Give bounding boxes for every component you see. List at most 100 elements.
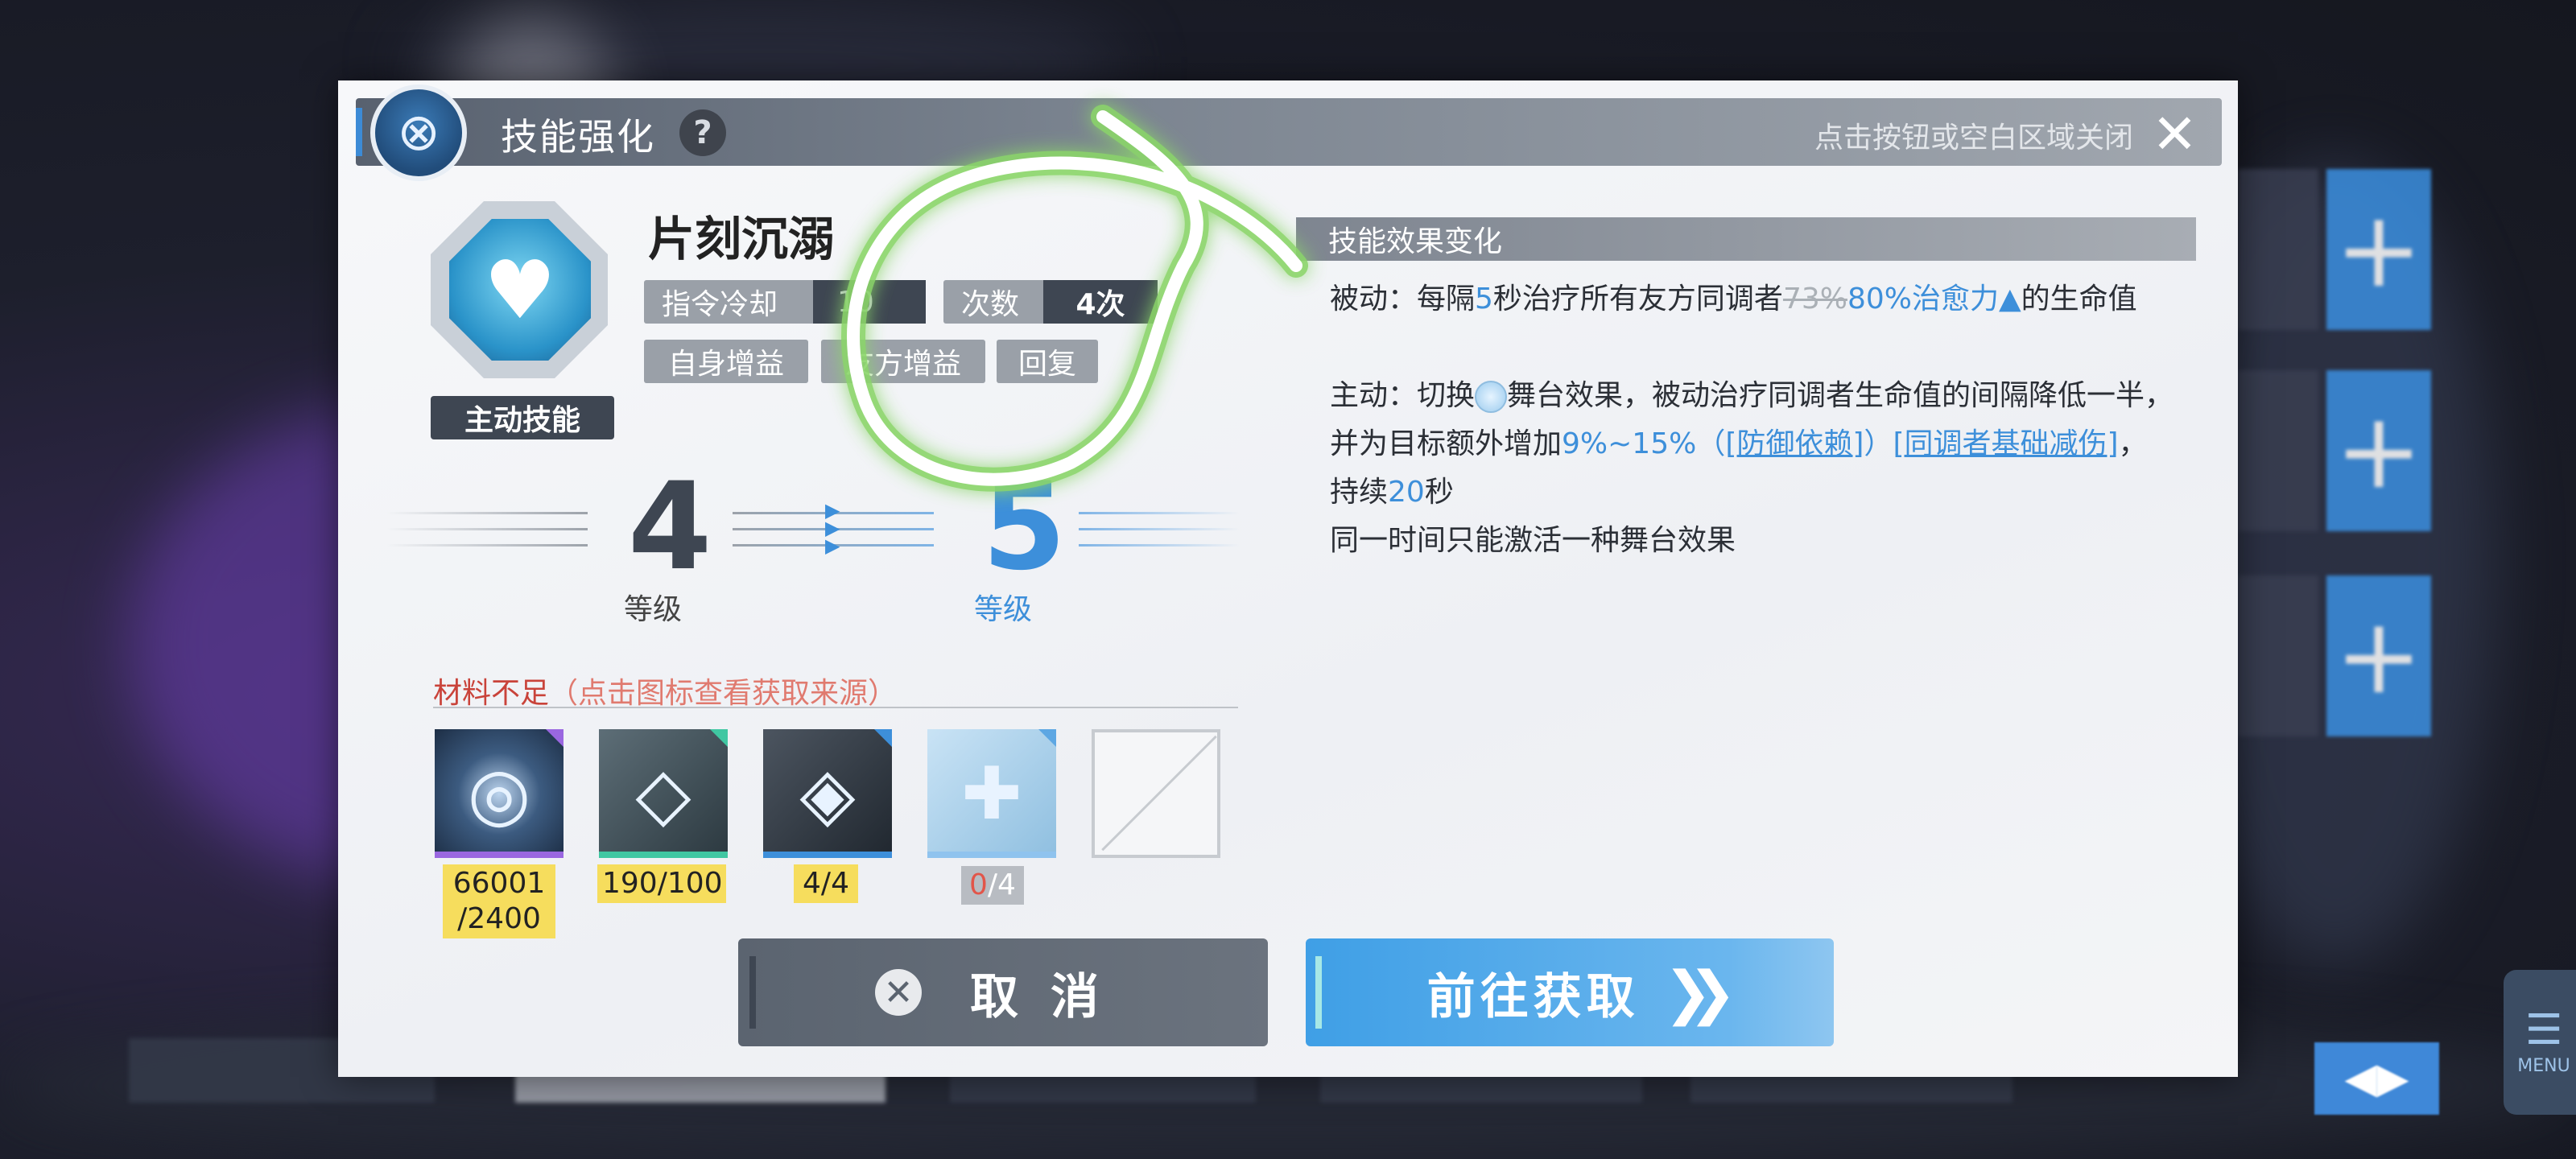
active-effect-text: 主动：切换 舞台效果，被动治疗同调者生命值的间隔降低一半，并为目标额外增加9%~1… [1330, 372, 2175, 517]
go-obtain-label: 前往获取 [1426, 968, 1640, 1025]
skill-upgrade-dialog: 技能强化 ? 点击按钮或空白区域关闭 ✕ ⊗ ♥ 主动技能 片刻沉溺 指令冷却 … [338, 80, 2238, 1077]
materials-divider [433, 707, 1238, 708]
passive-effect-text: 被动：每隔5秒治疗所有友方同调者73%80%治愈力▲的生命值 [1330, 275, 2175, 324]
rarity-corner [874, 729, 892, 747]
passive-prefix: 被动：每隔 [1330, 283, 1476, 316]
material-slot-1[interactable]: ◎ [435, 729, 564, 858]
dialog-titlebar: 技能强化 ? 点击按钮或空白区域关闭 ✕ [356, 98, 2222, 167]
active-range: 9%~15% [1562, 427, 1697, 460]
empty-slot-slash [1101, 735, 1217, 852]
active-open-paren: （ [1696, 427, 1726, 460]
defense-dependency-link[interactable]: [防御依赖] [1725, 427, 1864, 460]
rarity-corner [710, 729, 728, 747]
level-deco-line [1079, 512, 1240, 514]
level-deco-line [1079, 544, 1240, 547]
bg-plus-button-1[interactable]: + [2326, 169, 2431, 330]
next-level-label: 等级 [974, 593, 1033, 626]
material-4-have: 0 [969, 868, 988, 901]
passive-old-value: 73% [1782, 283, 1847, 316]
count-value: 4次 [1043, 280, 1158, 324]
button-stripe [749, 956, 756, 1029]
passive-new-value: 80%治愈力 [1847, 283, 1999, 316]
rarity-corner [1038, 729, 1056, 747]
stage-effect-icon [1475, 381, 1508, 413]
help-icon[interactable]: ? [679, 109, 726, 156]
materials-hint: （点击图标查看获取来源） [549, 677, 898, 710]
cooldown-tag: 指令冷却 10 [644, 280, 926, 324]
passive-suffix: 的生命值 [2021, 283, 2137, 316]
effects-header: 技能效果变化 [1296, 217, 2196, 261]
heart-hands-icon: ♥ [449, 219, 591, 361]
base-damage-reduction-link[interactable]: [同调者基础减伤] [1893, 427, 2118, 460]
plus-icon: + [2334, 390, 2423, 512]
menu-icon: ☰ [2524, 1005, 2563, 1054]
plus-icon: + [2334, 188, 2423, 311]
bg-corner-button[interactable]: ◀▶ [2314, 1042, 2439, 1115]
rarity-bar [927, 852, 1056, 858]
materials-insufficient: 材料不足 [433, 677, 550, 710]
bg-slot-1 [2238, 169, 2318, 330]
button-stripe [1315, 956, 1322, 1029]
material-slot-3[interactable]: ◈ [763, 729, 892, 858]
titlebar-accent [356, 108, 362, 156]
skill-emblem-icon: ⊗ [370, 85, 467, 181]
tag-ally-buff: 友方增益 [821, 340, 985, 383]
rarity-bar [599, 852, 728, 858]
close-hint: 点击按钮或空白区域关闭 [1814, 122, 2133, 155]
rarity-bar [435, 852, 564, 858]
cooldown-value: 10 [813, 280, 926, 324]
bg-slot-3 [2238, 575, 2318, 736]
cancel-button[interactable]: ✕ 取消 [738, 938, 1268, 1046]
close-icon[interactable]: ✕ [2152, 103, 2198, 167]
tag-self-buff: 自身增益 [644, 340, 808, 383]
passive-interval: 5 [1475, 283, 1493, 316]
count-tag: 次数 4次 [943, 280, 1158, 324]
level-deco-line [1079, 528, 1240, 530]
menu-button[interactable]: ☰ MENU [2504, 970, 2576, 1115]
material-3-quantity: 4/4 [794, 864, 858, 903]
next-level: 5 [982, 457, 1067, 597]
increase-arrow-icon: ▲ [1998, 283, 2021, 316]
level-deco-line [386, 544, 588, 547]
current-level: 4 [628, 457, 712, 597]
current-level-label: 等级 [624, 593, 683, 626]
rarity-bar [763, 852, 892, 858]
passive-mid: 秒治疗所有友方同调者 [1492, 283, 1783, 316]
level-deco-line [386, 512, 588, 514]
skill-name: 片刻沉溺 [648, 212, 836, 266]
tag-heal: 回复 [997, 340, 1098, 383]
materials-title: 材料不足（点击图标查看获取来源） [433, 670, 897, 711]
material-slot-4[interactable]: ✚ [927, 729, 1056, 858]
go-obtain-button[interactable]: 前往获取 ❯❯ [1306, 938, 1834, 1046]
stage-effect-note: 同一时间只能激活一种舞台效果 [1330, 524, 1736, 557]
emblem-coin-icon: ◎ [467, 751, 531, 836]
skill-icon: ♥ [427, 201, 612, 402]
cancel-x-icon: ✕ [875, 969, 922, 1016]
active-duration: 20 [1388, 476, 1425, 509]
bg-plus-button-2[interactable]: + [2326, 370, 2431, 531]
skill-type-badge: 主动技能 [431, 396, 614, 439]
material-4-quantity: 0/4 [961, 866, 1024, 905]
cooldown-label: 指令冷却 [662, 288, 778, 321]
rarity-corner [546, 729, 564, 747]
dialog-title: 技能强化 [501, 115, 655, 159]
material-slot-empty [1092, 729, 1220, 858]
level-arrow-icon: ▶ [825, 534, 840, 557]
cross-crystal-icon: ✚ [961, 751, 1022, 836]
material-slot-2[interactable]: ◇ [599, 729, 728, 858]
material-2-quantity: 190/100 [597, 864, 726, 903]
card-stack-icon: ◇ [635, 751, 691, 836]
level-deco-line [386, 528, 588, 530]
plus-icon: + [2334, 595, 2423, 717]
material-4-need: /4 [987, 868, 1016, 901]
menu-label: MENU [2517, 1055, 2570, 1076]
count-label: 次数 [961, 288, 1020, 321]
active-suffix: 秒 [1424, 476, 1454, 509]
bg-slot-2 [2238, 370, 2318, 531]
active-prefix: 主动：切换 [1330, 379, 1476, 412]
cancel-label: 取消 [970, 968, 1131, 1025]
material-1-quantity: 66001 /2400 [443, 864, 555, 938]
double-chevron-icon: ❯❯ [1663, 959, 1736, 1026]
active-close-paren: ） [1864, 427, 1893, 460]
bg-plus-button-3[interactable]: + [2326, 575, 2431, 736]
